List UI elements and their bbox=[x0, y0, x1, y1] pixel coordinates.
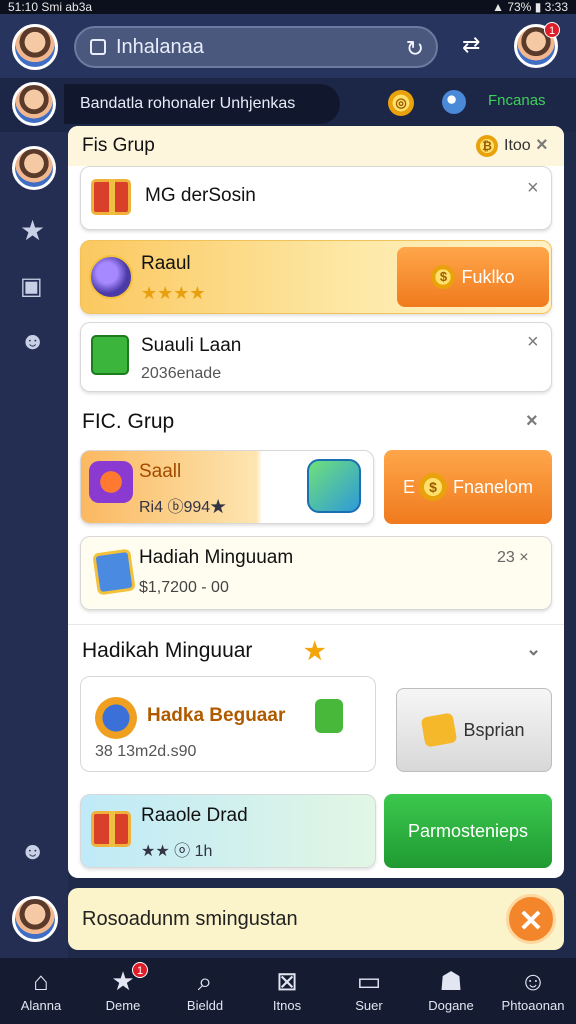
status-right: ▲ 73% ▮ 3:33 bbox=[492, 0, 568, 14]
announcement-pill: Bandatla rohonaler Unhjenkas bbox=[64, 84, 340, 124]
gift-icon bbox=[91, 811, 131, 847]
search-input[interactable]: Inhalanaa ↻ bbox=[74, 26, 438, 68]
people-icon[interactable]: ☻ bbox=[20, 838, 45, 866]
highlight-item[interactable]: Raaul ★★★★ $ Fuklko bbox=[80, 240, 552, 314]
toast-text: Rosoadunm smingustan bbox=[82, 908, 298, 930]
close-icon[interactable]: × bbox=[536, 134, 548, 157]
nav-item-itnos[interactable]: ⊠ Itnos bbox=[246, 958, 328, 1024]
wallet-icon bbox=[92, 548, 136, 596]
gift-icon bbox=[91, 179, 131, 215]
gem-bag-icon bbox=[89, 461, 133, 503]
close-icon[interactable]: × bbox=[527, 177, 539, 200]
rail-avatar-bottom[interactable] bbox=[12, 896, 58, 942]
money-icon bbox=[91, 335, 129, 375]
bottom-nav: ⌂ Alanna ★ Deme 1 ⌕ Bieldd ⊠ Itnos ▭ Sue… bbox=[0, 958, 576, 1024]
nav-item-dogane[interactable]: ☗ Dogane bbox=[410, 958, 492, 1024]
sub-header: Bandatla rohonaler Unhjenkas ◎ Fncanas bbox=[0, 78, 576, 132]
fuklko-button[interactable]: $ Fuklko bbox=[397, 247, 549, 307]
coin-icon[interactable]: ◎ bbox=[388, 90, 414, 116]
toast-message: Rosoadunm smingustan ✕ bbox=[68, 888, 564, 950]
item-subtitle: $1,7200 - 00 bbox=[139, 579, 229, 596]
search-text: Inhalanaa bbox=[116, 35, 204, 58]
status-time: 51:10 Smi ab3a bbox=[8, 0, 93, 14]
nav-item-bieldd[interactable]: ⌕ Bieldd bbox=[164, 958, 246, 1024]
bsprian-button[interactable]: Bsprian bbox=[396, 688, 552, 772]
fncanas-label[interactable]: Fncanas bbox=[488, 92, 546, 109]
highlight-item[interactable]: Saall Ri4 ⓑ994★ bbox=[80, 450, 374, 524]
rail-avatar[interactable] bbox=[12, 146, 56, 190]
cube-icon bbox=[307, 459, 361, 513]
item-title: Raaul bbox=[141, 253, 191, 274]
coin-icon: ₿ bbox=[476, 135, 498, 157]
profile-icon: ☺ bbox=[519, 966, 547, 996]
screen-icon: ▭ bbox=[356, 966, 382, 996]
inbox-icon[interactable]: ▣ bbox=[20, 272, 43, 301]
notification-badge: 1 bbox=[544, 22, 560, 38]
item-title: Raaole Drad bbox=[141, 805, 248, 826]
list-item[interactable]: Hadka Beguaar 38 13m2d.s90 bbox=[80, 676, 376, 772]
section-header-hadikah: Hadikah Minguuar ★ ⌄ bbox=[68, 624, 564, 674]
refresh-icon[interactable]: ↻ bbox=[406, 36, 424, 62]
parmostenieps-button[interactable]: Parmostenieps bbox=[384, 794, 552, 868]
left-rail: ★ ▣ ☻ ☻ bbox=[0, 132, 68, 960]
ghost-icon[interactable]: ☻ bbox=[20, 328, 45, 356]
section-header-fis-grup: Fis Grup ₿ Itoo × bbox=[68, 126, 564, 166]
item-subtitle: 2036enade bbox=[141, 365, 222, 382]
bag-icon bbox=[90, 39, 106, 55]
section-title: Fis Grup bbox=[82, 135, 155, 156]
star-icon: ★ bbox=[111, 966, 135, 996]
item-title: MG derSosin bbox=[145, 185, 256, 206]
item-title: Saall bbox=[139, 461, 182, 482]
fnanelom-button[interactable]: E $ Fnanelom bbox=[384, 450, 552, 524]
chevron-down-icon[interactable]: ⌄ bbox=[526, 639, 541, 660]
home-icon: ⌂ bbox=[33, 966, 49, 996]
section-header-fic-grup: FIC. Grup × bbox=[68, 402, 564, 442]
highlight-item[interactable]: Raaole Drad ★★ ⓞ 1h bbox=[80, 794, 376, 868]
nav-item-phtoaonan[interactable]: ☺ Phtoaonan bbox=[492, 958, 574, 1024]
globe-icon[interactable] bbox=[442, 90, 466, 114]
star-icon[interactable]: ★ bbox=[20, 214, 45, 247]
coin-icon bbox=[421, 712, 458, 748]
list-item[interactable]: MG derSosin × bbox=[80, 166, 552, 230]
section-right-label: Itoo bbox=[504, 137, 531, 154]
nav-item-suer[interactable]: ▭ Suer bbox=[328, 958, 410, 1024]
top-bar: Inhalanaa ↻ ⇄ 1 bbox=[0, 14, 576, 78]
main-panel: Fis Grup ₿ Itoo × MG derSosin × Raaul ★★… bbox=[68, 126, 564, 878]
star-icon: ★ bbox=[304, 638, 326, 665]
thumb-icon bbox=[315, 699, 343, 733]
cap-icon: ☗ bbox=[439, 966, 463, 996]
switch-icon[interactable]: ⇄ bbox=[462, 32, 480, 58]
item-meta[interactable]: 23 × bbox=[497, 549, 529, 567]
search-icon: ⌕ bbox=[197, 966, 213, 996]
badge-icon bbox=[95, 697, 137, 739]
grid-icon: ⊠ bbox=[276, 966, 298, 996]
profile-avatar[interactable] bbox=[12, 24, 58, 70]
close-icon[interactable]: × bbox=[527, 331, 539, 354]
section-title: FIC. Grup bbox=[82, 410, 175, 433]
close-icon[interactable]: × bbox=[526, 410, 538, 433]
nav-item-deme[interactable]: ★ Deme 1 bbox=[82, 958, 164, 1024]
sub-avatar[interactable] bbox=[12, 82, 56, 126]
nav-badge: 1 bbox=[132, 962, 148, 978]
item-subtitle: ★★ ⓞ 1h bbox=[141, 843, 213, 860]
status-bar: 51:10 Smi ab3a ▲ 73% ▮ 3:33 bbox=[0, 0, 576, 14]
section-title: Hadikah Minguuar bbox=[82, 639, 253, 662]
coin-icon: $ bbox=[418, 473, 447, 501]
item-subtitle: Ri4 ⓑ994★ bbox=[139, 499, 227, 516]
list-item[interactable]: Hadiah Minguuam $1,7200 - 00 23 × bbox=[80, 536, 552, 610]
item-title: Hadka Beguaar bbox=[147, 705, 286, 726]
rating-stars: ★★★★ bbox=[141, 283, 206, 303]
nav-item-alanna[interactable]: ⌂ Alanna bbox=[0, 958, 82, 1024]
item-title: Suauli Laan bbox=[141, 335, 242, 356]
planet-icon bbox=[89, 255, 133, 299]
close-icon[interactable]: ✕ bbox=[506, 894, 556, 944]
item-subtitle: 38 13m2d.s90 bbox=[95, 743, 197, 760]
list-item[interactable]: Suauli Laan 2036enade × bbox=[80, 322, 552, 392]
item-title: Hadiah Minguuam bbox=[139, 547, 294, 568]
coin-icon: $ bbox=[431, 265, 456, 289]
